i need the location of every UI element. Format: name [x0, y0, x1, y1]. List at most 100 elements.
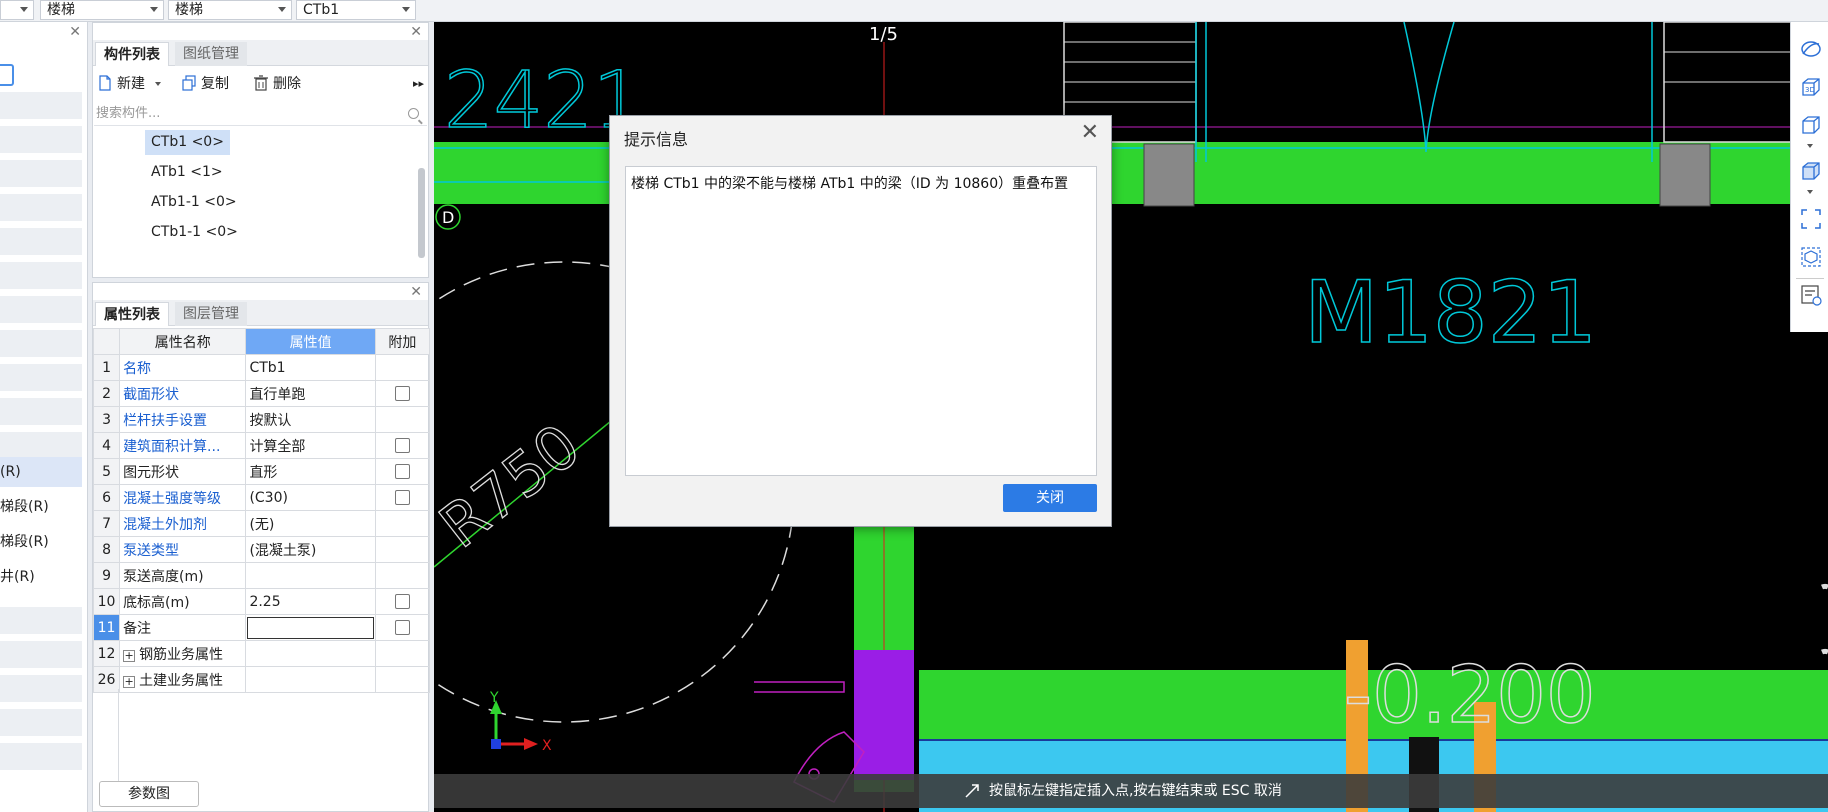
expand-icon[interactable]: + — [123, 649, 136, 662]
component-item-atb1[interactable]: ATb1 <1> — [145, 160, 229, 185]
extra-checkbox[interactable] — [394, 438, 410, 453]
prop-value[interactable]: CTb1 — [245, 354, 376, 381]
prop-value-cell — [245, 614, 376, 641]
category-combo[interactable]: 楼梯 — [40, 0, 164, 20]
fullscreen-icon[interactable] — [1800, 208, 1822, 230]
layer-combo[interactable] — [0, 0, 34, 20]
component-item-ctb1[interactable]: CTb1 <0> — [145, 130, 230, 155]
prop-extra — [374, 354, 431, 381]
prop-extra — [374, 536, 431, 563]
tree-row[interactable] — [0, 228, 82, 255]
tree-row[interactable] — [0, 607, 82, 634]
row-num: 3 — [92, 406, 121, 433]
remark-input[interactable] — [247, 616, 374, 639]
expand-icon[interactable]: + — [123, 675, 136, 688]
close-icon[interactable]: ✕ — [69, 24, 81, 40]
tree-item-flight-2[interactable]: 梯段(R) — [0, 527, 82, 557]
tree-row[interactable] — [0, 330, 82, 357]
prop-value[interactable]: (混凝土泵) — [245, 536, 376, 563]
prop-name-cell[interactable]: + 土建业务属性 — [119, 666, 247, 693]
table-row: 10 底标高(m) 2.25 — [92, 588, 431, 615]
tree-row[interactable] — [0, 432, 82, 459]
copy-button[interactable]: 复制 — [181, 74, 229, 94]
type-combo-value: 楼梯 — [175, 2, 203, 18]
delete-button[interactable]: 删除 — [253, 74, 301, 94]
cube-icon[interactable] — [1800, 114, 1822, 136]
layer-view-icon[interactable] — [1800, 284, 1822, 306]
delete-button-label: 删除 — [273, 76, 301, 92]
chevron-down-icon[interactable] — [1807, 190, 1813, 194]
tree-item-stair[interactable]: (R) — [0, 457, 82, 487]
tree-row[interactable] — [0, 709, 82, 736]
box-select-icon[interactable] — [1800, 246, 1822, 268]
extra-checkbox[interactable] — [394, 464, 410, 479]
prop-name: 栏杆扶手设置 — [119, 406, 247, 433]
prop-extra — [374, 510, 431, 537]
tab-property-list[interactable]: 属性列表 — [95, 302, 169, 326]
3d-view-icon[interactable]: 3D — [1800, 76, 1822, 98]
chevron-down-icon — [20, 7, 28, 12]
close-button[interactable]: 关闭 — [1003, 484, 1097, 512]
tree-row[interactable] — [0, 262, 82, 289]
component-item-ctb1-1[interactable]: CTb1-1 <0> — [145, 220, 244, 245]
tree-row[interactable] — [0, 296, 82, 323]
chevron-down-icon[interactable] — [155, 82, 162, 86]
extra-checkbox[interactable] — [394, 386, 410, 401]
more-icon[interactable]: ▸▸ — [413, 74, 424, 94]
tab-layer-management[interactable]: 图层管理 — [175, 302, 247, 326]
component-combo[interactable]: CTb1 — [296, 0, 416, 20]
table-row: 1 名称 CTb1 — [92, 354, 431, 381]
component-list-scrollbar[interactable] — [418, 168, 425, 258]
extra-checkbox[interactable] — [394, 620, 410, 635]
component-item-atb1-1[interactable]: ATb1-1 <0> — [145, 190, 243, 215]
extra-checkbox[interactable] — [394, 594, 410, 609]
close-icon[interactable]: ✕ — [410, 24, 422, 40]
tree-row[interactable] — [0, 364, 82, 391]
parameter-diagram-button[interactable]: 参数图 — [99, 781, 199, 807]
tree-row[interactable] — [0, 160, 82, 187]
tab-drawing-management[interactable]: 图纸管理 — [175, 42, 247, 66]
component-search-input[interactable]: 搜索构件... — [94, 102, 427, 126]
row-num: 4 — [92, 432, 121, 459]
tree-row[interactable] — [0, 743, 82, 770]
prop-value[interactable]: (无) — [245, 510, 376, 537]
row-num: 6 — [92, 484, 121, 511]
prop-value[interactable]: 2.25 — [245, 588, 376, 615]
component-list-panel: ✕ 构件列表 图纸管理 新建 复制 删除 ▸▸ 搜索构件... CTb1 <0>… — [92, 22, 429, 278]
tree-search-box[interactable] — [0, 64, 14, 86]
tree-row[interactable] — [0, 675, 82, 702]
prop-value[interactable]: (C30) — [245, 484, 376, 511]
tab-component-list[interactable]: 构件列表 — [95, 42, 169, 66]
solid-cube-icon[interactable] — [1800, 160, 1822, 182]
tree-row[interactable] — [0, 641, 82, 668]
search-placeholder: 搜索构件... — [96, 106, 161, 121]
prop-value[interactable]: 计算全部 — [245, 432, 376, 459]
close-icon[interactable]: ✕ — [1081, 122, 1099, 144]
prop-value[interactable]: 直行单跑 — [245, 380, 376, 407]
orbit-icon[interactable] — [1800, 38, 1822, 60]
tree-row[interactable] — [0, 92, 82, 119]
tree-item-well[interactable]: 井(R) — [0, 562, 82, 592]
prop-value[interactable]: 直形 — [245, 458, 376, 485]
prop-value[interactable] — [245, 562, 376, 589]
prop-extra — [374, 432, 431, 459]
tree-row[interactable] — [0, 126, 82, 153]
tree-row[interactable] — [0, 194, 82, 221]
type-combo[interactable]: 楼梯 — [168, 0, 292, 20]
prop-extra — [374, 614, 431, 641]
svg-text:3D: 3D — [1805, 86, 1815, 94]
radius-label: R750 — [434, 411, 593, 562]
search-icon[interactable] — [408, 108, 419, 119]
chevron-down-icon[interactable] — [1807, 144, 1813, 148]
prop-value — [245, 666, 376, 693]
table-row: 2 截面形状 直行单跑 — [92, 380, 431, 407]
tree-item-flight-1[interactable]: 梯段(R) — [0, 492, 82, 522]
new-button[interactable]: 新建 — [97, 74, 162, 94]
extra-checkbox[interactable] — [394, 490, 410, 505]
prop-value[interactable]: 按默认 — [245, 406, 376, 433]
tree-row[interactable] — [0, 398, 82, 425]
info-dialog: 提示信息 ✕ 楼梯 CTb1 中的梁不能与楼梯 ATb1 中的梁（ID 为 10… — [609, 115, 1112, 527]
close-icon[interactable]: ✕ — [410, 284, 422, 300]
view-toolbar: 3D — [1790, 22, 1828, 332]
prop-name-cell[interactable]: + 钢筋业务属性 — [119, 640, 247, 667]
